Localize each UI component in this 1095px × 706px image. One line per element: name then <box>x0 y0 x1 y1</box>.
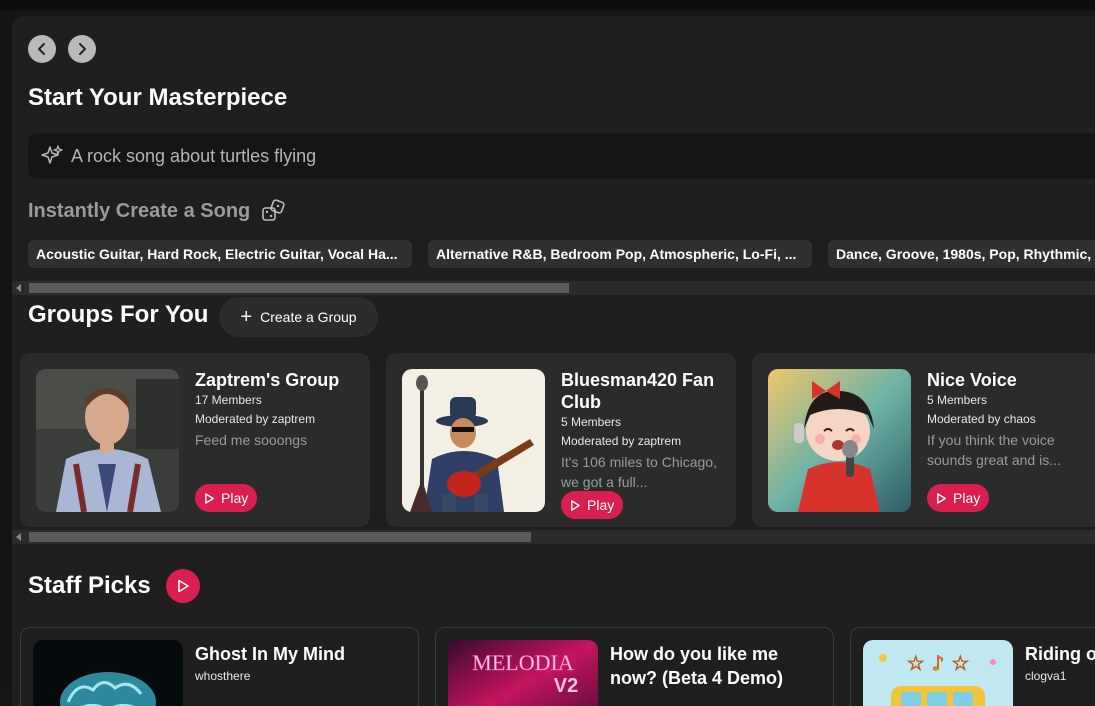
style-chip[interactable]: Alternative R&B, Bedroom Pop, Atmospheri… <box>428 240 812 268</box>
sparkle-icon <box>41 145 63 164</box>
create-group-label: Create a Group <box>260 309 357 325</box>
group-members: 17 Members <box>195 393 262 407</box>
group-description: If you think the voice sounds great and … <box>927 432 1061 468</box>
dice-icon[interactable] <box>261 198 287 224</box>
left-edge-strip <box>0 10 12 691</box>
prompt-input[interactable] <box>69 144 673 168</box>
chips-scrollbar[interactable] <box>12 281 1095 295</box>
group-members: 5 Members <box>561 415 622 429</box>
song-cover: MELODIA V2 <box>448 640 598 706</box>
play-label: Play <box>221 490 249 506</box>
song-title[interactable]: Riding o <box>1025 642 1095 666</box>
song-cover: ☆ ♪ ☆ <box>863 640 1013 706</box>
forward-button[interactable] <box>68 35 96 63</box>
svg-text:V2: V2 <box>554 675 578 697</box>
play-icon <box>937 492 946 504</box>
group-name[interactable]: Zaptrem's Group <box>195 369 356 391</box>
staff-picks-play-button[interactable] <box>166 569 200 603</box>
chevron-right-icon <box>79 43 86 55</box>
song-info: How do you like me now? (Beta 4 Demo) <box>610 642 823 690</box>
scroll-thumb[interactable] <box>29 532 531 542</box>
play-label: Play <box>953 490 981 506</box>
play-button[interactable]: Play <box>195 484 258 512</box>
song-info: Ghost In My Mind whosthere <box>195 642 408 683</box>
scroll-left-arrow-icon[interactable] <box>16 284 21 292</box>
scroll-left-arrow-icon[interactable] <box>16 533 21 541</box>
groups-title: Groups For You <box>28 301 209 328</box>
group-card[interactable]: Nice Voice 5 Members Moderated by chaos … <box>752 353 1095 527</box>
style-chip[interactable]: Dance, Groove, 1980s, Pop, Rhythmic, <box>828 240 1095 268</box>
group-name[interactable]: Bluesman420 Fan Club <box>561 369 722 413</box>
main-panel: Start Your Masterpiece Instantly Create … <box>12 16 1095 706</box>
group-description: Feed me sooongs <box>195 432 308 448</box>
play-icon <box>205 492 214 504</box>
page-title: Start Your Masterpiece <box>28 84 288 111</box>
staff-pick-card[interactable]: MELODIA V2 How do you like me now? (Beta… <box>435 627 834 706</box>
chevron-left-icon <box>38 43 45 55</box>
play-icon <box>571 499 580 511</box>
song-title[interactable]: Ghost In My Mind <box>195 642 408 666</box>
group-name[interactable]: Nice Voice <box>927 369 1088 391</box>
group-moderator: Moderated by chaos <box>927 412 1036 426</box>
instant-create-label: Instantly Create a Song <box>28 199 251 222</box>
group-card[interactable]: Bluesman420 Fan Club 5 Members Moderated… <box>386 353 736 527</box>
group-moderator: Moderated by zaptrem <box>561 434 682 448</box>
groups-scrollbar[interactable] <box>12 530 1095 544</box>
prompt-box[interactable] <box>28 133 1095 179</box>
song-title[interactable]: How do you like me now? (Beta 4 Demo) <box>610 642 823 690</box>
window-top-strip <box>0 0 1095 10</box>
cover-art-text: MELODIA <box>472 650 574 675</box>
svg-text:☆ ♪ ☆: ☆ ♪ ☆ <box>907 651 970 675</box>
group-card[interactable]: Zaptrem's Group 17 Members Moderated by … <box>20 353 370 527</box>
song-info: Riding o clogva1 <box>1025 642 1095 683</box>
group-info: Bluesman420 Fan Club 5 Members Moderated… <box>561 369 722 492</box>
staff-pick-card[interactable]: Ghost In My Mind whosthere <box>20 627 419 706</box>
song-artist[interactable]: whosthere <box>195 669 408 683</box>
instant-create[interactable]: Instantly Create a Song <box>28 198 287 224</box>
group-members: 5 Members <box>927 393 988 407</box>
back-button[interactable] <box>28 35 56 63</box>
plus-icon: + <box>240 306 253 328</box>
group-thumbnail <box>768 369 911 512</box>
group-thumbnail <box>36 369 179 512</box>
song-cover <box>33 640 183 706</box>
scroll-thumb[interactable] <box>29 283 569 293</box>
group-description: It's 106 miles to Chicago, we got a full… <box>561 454 717 490</box>
play-label: Play <box>587 497 615 513</box>
staff-pick-card[interactable]: ☆ ♪ ☆ Riding o clogva1 <box>850 627 1095 706</box>
play-icon <box>178 579 189 593</box>
staff-picks-title: Staff Picks <box>28 572 151 599</box>
song-artist[interactable]: clogva1 <box>1025 669 1095 683</box>
style-chip[interactable]: Acoustic Guitar, Hard Rock, Electric Gui… <box>28 240 412 268</box>
play-button[interactable]: Play <box>561 491 624 519</box>
group-info: Zaptrem's Group 17 Members Moderated by … <box>195 369 356 450</box>
group-thumbnail <box>402 369 545 512</box>
create-group-button[interactable]: + Create a Group <box>219 297 378 337</box>
group-moderator: Moderated by zaptrem <box>195 412 316 426</box>
play-button[interactable]: Play <box>927 484 990 512</box>
group-info: Nice Voice 5 Members Moderated by chaos … <box>927 369 1088 470</box>
